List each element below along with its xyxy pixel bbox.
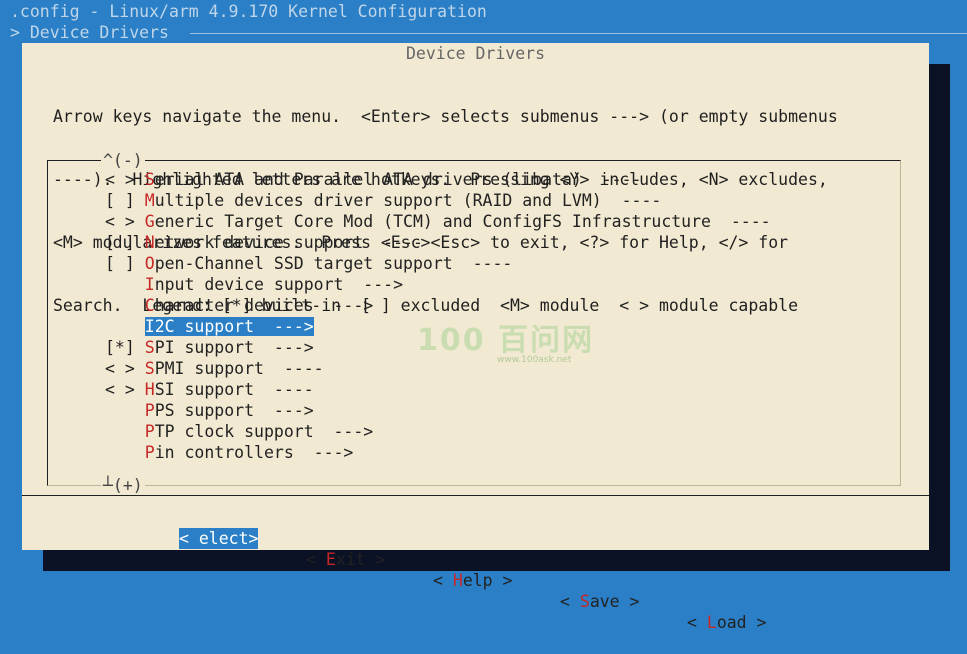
breadcrumb: > Device Drivers [10,23,169,42]
menu-item-hotkey: P [144,422,155,441]
save-button[interactable]: < Save > [560,591,639,612]
menu-item-hotkey: S [144,170,155,189]
menu-list: < > Serial ATA and Parallel ATA drivers … [105,169,771,463]
menu-item-state: < > [105,359,145,378]
menu-item-state [105,443,145,462]
menu-item-label: PMI support ---- [154,359,324,378]
menu-item-hotkey: M [144,191,155,210]
menu-item[interactable]: PPS support ---> [105,400,771,421]
menu-item-state: < > [105,170,145,189]
menu-item-hotkey: G [144,212,155,231]
menu-item-hotkey: C [144,296,155,315]
menu-item-label: eneric Target Core Mod (TCM) and ConfigF… [154,212,771,231]
menu-item-state [105,401,145,420]
menu-item-state: < > [105,380,145,399]
menu-item[interactable]: Character devices ---> [105,295,771,316]
help-line: Arrow keys navigate the menu. <Enter> se… [53,107,838,126]
menu-item[interactable]: PTP clock support ---> [105,421,771,442]
menu-item-hotkey: S [144,338,155,357]
breadcrumb-rule [190,33,967,34]
menu-item-label: etwork device support ---- [154,233,423,252]
menu-item[interactable]: Input device support ---> [105,274,771,295]
menu-item-state: [ ] [105,191,145,210]
menu-item-state [105,422,145,441]
menu-item-label: nput device support ---> [154,275,404,294]
window-title: .config - Linux/arm 4.9.170 Kernel Confi… [10,2,487,21]
menu-item[interactable]: < > Generic Target Core Mod (TCM) and Co… [105,211,771,232]
menu-item-state [105,317,145,336]
menu-item-label: erial ATA and Parallel ATA drivers (liba… [154,170,642,189]
menu-item-hotkey: S [144,359,155,378]
menu-item-label: in controllers ---> [154,443,354,462]
menu-item-state [105,296,145,315]
menu-item[interactable]: Pin controllers ---> [105,442,771,463]
device-drivers-dialog: Device Drivers Arrow keys navigate the m… [22,43,929,632]
menu-item-hotkey: P [144,401,155,420]
menu-item-label: pen-Channel SSD target support ---- [154,254,513,273]
scroll-down-indicator[interactable]: ┴(+) [101,475,145,496]
menu-item-state: [*] [105,338,145,357]
menu-item-label: SI support ---- [154,380,314,399]
menu-item[interactable]: [ ] Multiple devices driver support (RAI… [105,190,771,211]
select-button[interactable]: < elect> [179,528,259,549]
menu-item[interactable]: I2C support ---> [105,316,771,337]
button-bar: < elect> < Exit > < Help > < Save > < Lo… [179,507,766,654]
menu-item-state: [ ] [105,254,145,273]
dialog-title: Device Drivers [405,44,546,63]
menu-item-hotkey: P [144,443,155,462]
scroll-up-indicator[interactable]: ^(-) [101,150,145,171]
menu-item-state: < > [105,212,145,231]
button-rule [22,495,929,496]
menu-item-state: [ ] [105,233,145,252]
menu-item[interactable]: [ ] Open-Channel SSD target support ---- [105,253,771,274]
menu-item[interactable]: [*] SPI support ---> [105,337,771,358]
menu-item[interactable]: < > SPMI support ---- [105,358,771,379]
menu-item-label: TP clock support ---> [154,422,374,441]
menu-item-label: ultiple devices driver support (RAID and… [154,191,662,210]
menu-item-label: 2C support ---> [154,317,314,336]
menu-item-label: PI support ---> [154,338,314,357]
exit-button[interactable]: < Exit > [306,549,385,570]
menu-item-label: PS support ---> [154,401,314,420]
menu-item-state [105,275,145,294]
menu-item[interactable]: < > HSI support ---- [105,379,771,400]
menu-item-label: haracter devices ---> [154,296,374,315]
menu-item[interactable]: < > Serial ATA and Parallel ATA drivers … [105,169,771,190]
help-button[interactable]: < Help > [433,570,512,591]
menu-item-hotkey: N [144,233,155,252]
menu-item[interactable]: [ ] Network device support ---- [105,232,771,253]
menu-item-hotkey: I [144,317,155,336]
load-button[interactable]: < Load > [687,612,766,633]
menu-item-hotkey: O [144,254,155,273]
menu-item-hotkey: I [144,275,155,294]
menu-item-hotkey: H [144,380,155,399]
